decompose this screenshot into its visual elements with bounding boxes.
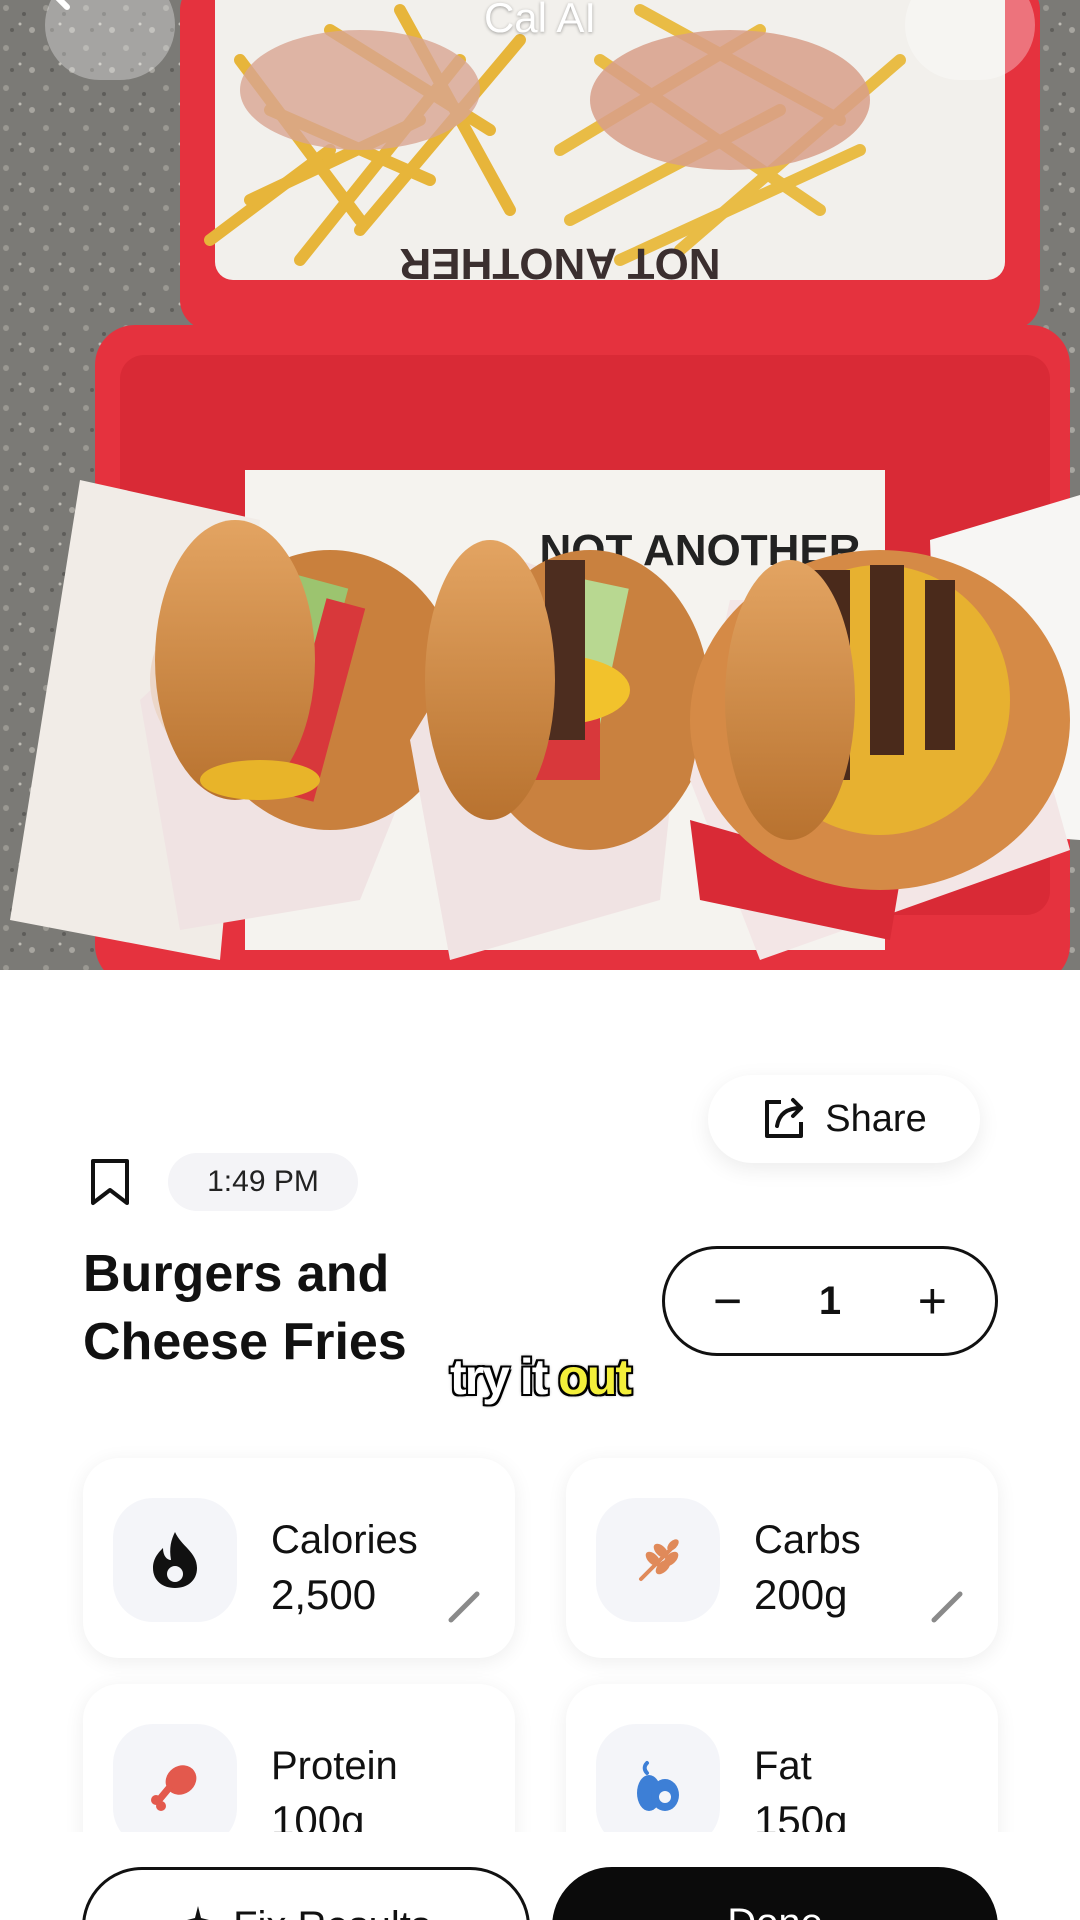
increase-button[interactable]: + bbox=[918, 1276, 947, 1326]
caption-word-1: try it bbox=[449, 1348, 559, 1406]
time-label: 1:49 PM bbox=[207, 1165, 319, 1198]
done-button[interactable]: Done bbox=[552, 1867, 998, 1920]
calories-label: Calories bbox=[271, 1518, 418, 1562]
flame-icon bbox=[153, 1532, 197, 1588]
caption-word-2: out bbox=[557, 1348, 633, 1406]
carbs-value: 200g bbox=[754, 1571, 848, 1618]
fat-label: Fat bbox=[754, 1744, 812, 1788]
calories-icon-container bbox=[113, 1498, 237, 1622]
food-photo-illustration: NOT ANOTHER NOT ANOTHER bbox=[0, 0, 1080, 970]
nutrition-card-carbs[interactable]: Carbs 200g bbox=[566, 1458, 998, 1658]
share-label: Share bbox=[825, 1097, 927, 1140]
fix-results-button[interactable]: Fix Results bbox=[82, 1867, 530, 1920]
pencil-icon[interactable] bbox=[928, 1586, 968, 1626]
wheat-icon bbox=[639, 1539, 679, 1581]
sparkle-icon bbox=[187, 1906, 210, 1920]
protein-label: Protein bbox=[271, 1744, 398, 1788]
fat-icon-container bbox=[596, 1724, 720, 1848]
protein-icon-container bbox=[113, 1724, 237, 1848]
carbs-label: Carbs bbox=[754, 1518, 861, 1562]
time-badge: 1:49 PM bbox=[168, 1153, 358, 1211]
pencil-icon[interactable] bbox=[445, 1586, 485, 1626]
video-caption: try it out bbox=[0, 1348, 1080, 1406]
avocado-icon bbox=[637, 1761, 679, 1811]
svg-text:NOT ANOTHER: NOT ANOTHER bbox=[399, 239, 720, 288]
bookmark-icon[interactable] bbox=[90, 1158, 130, 1206]
share-button[interactable]: Share bbox=[708, 1075, 980, 1163]
done-label: Done bbox=[727, 1901, 823, 1920]
quantity-value: 1 bbox=[818, 1278, 842, 1323]
decrease-button[interactable]: − bbox=[713, 1276, 742, 1326]
drumstick-icon bbox=[151, 1765, 197, 1811]
nutrition-card-calories[interactable]: Calories 2,500 bbox=[83, 1458, 515, 1658]
food-photo: NOT ANOTHER NOT ANOTHER Cal AI bbox=[0, 0, 1080, 970]
quantity-stepper: − 1 + bbox=[662, 1246, 998, 1356]
share-icon bbox=[765, 1098, 804, 1138]
fix-results-label: Fix Results bbox=[233, 1904, 431, 1920]
carbs-icon-container bbox=[596, 1498, 720, 1622]
calories-value: 2,500 bbox=[271, 1571, 377, 1618]
